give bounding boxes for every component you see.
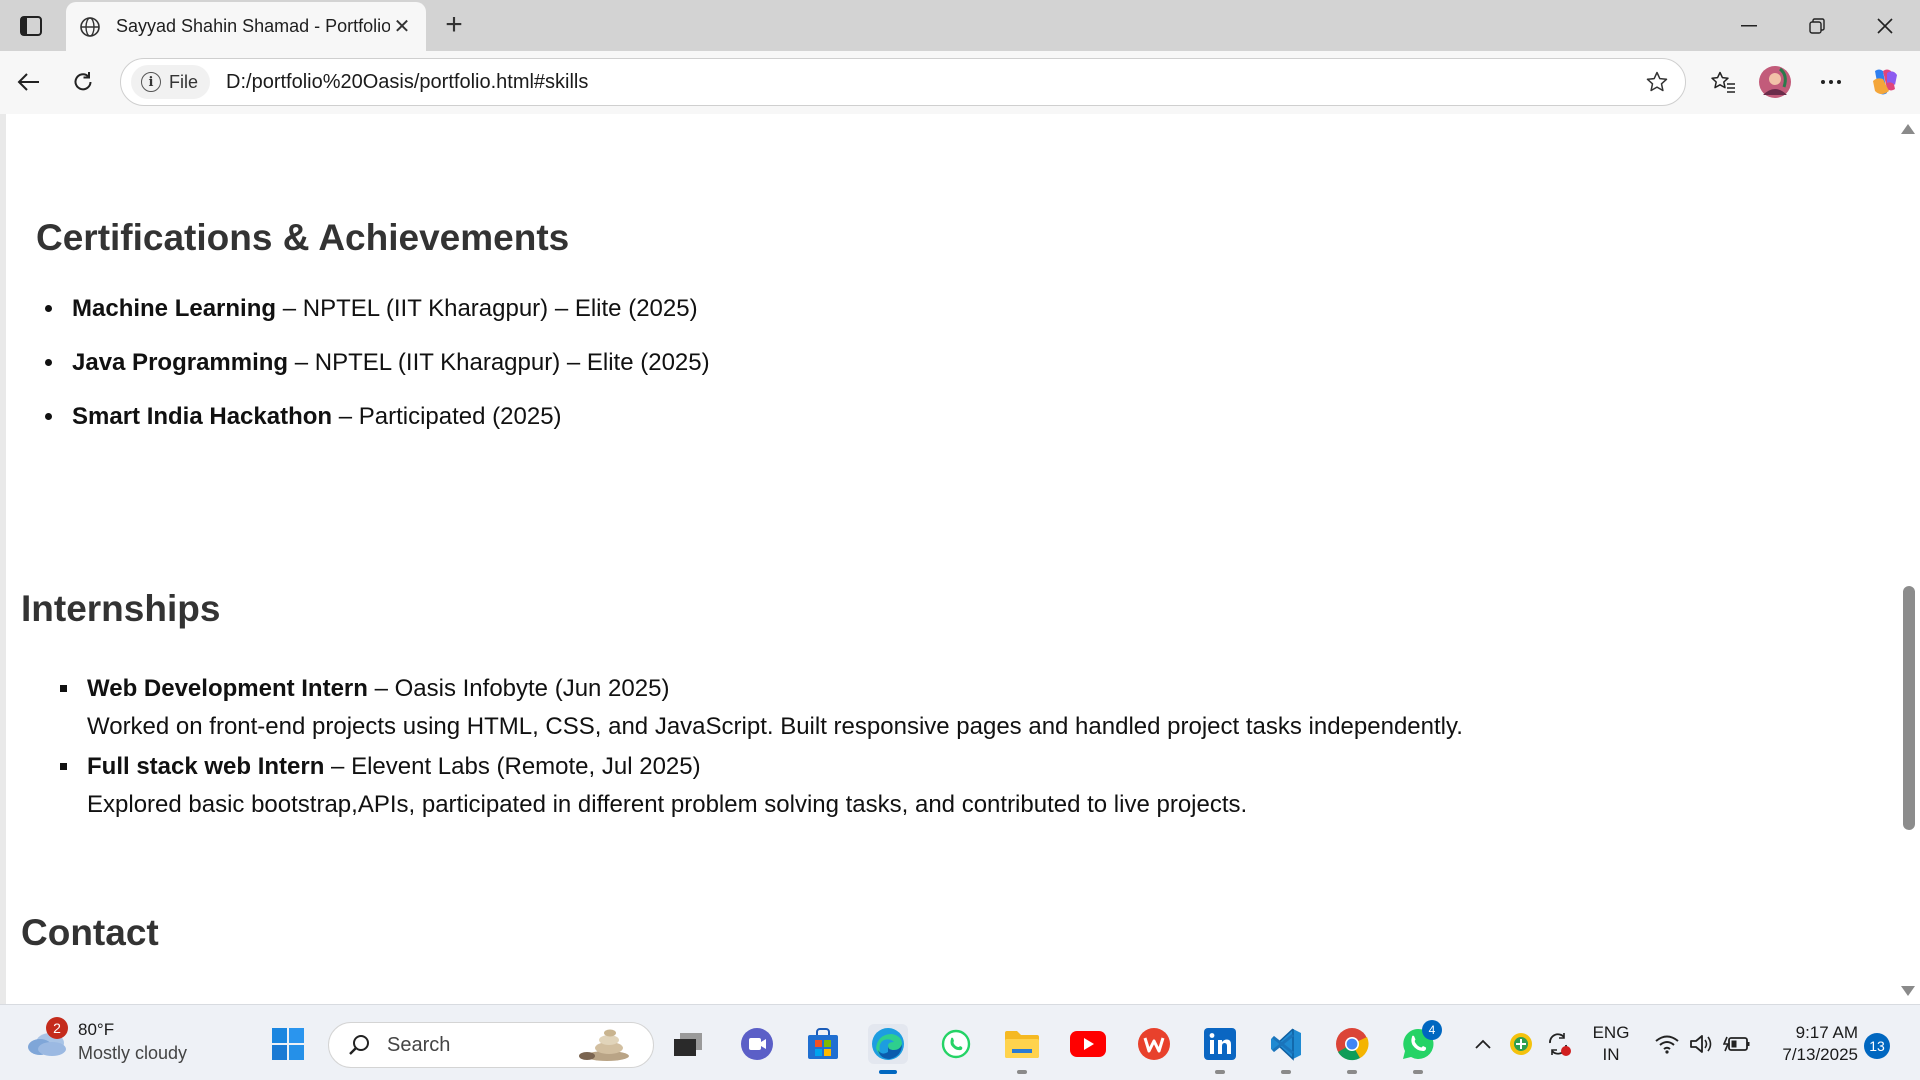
tab-title: Sayyad Shahin Shamad - Portfolio [116,16,390,36]
minimize-icon[interactable] [1714,0,1784,51]
active-indicator [879,1070,897,1074]
page-viewport: Certifications & Achievements Machine Le… [0,114,1920,1004]
list-item: Full stack web Intern – Elevent Labs (Re… [81,748,1463,824]
cert-title: Smart India Hackathon [72,403,333,430]
contact-heading: Contact [21,912,159,953]
browser-title-bar: Sayyad Shahin Shamad - Portfolio ✕ + [0,0,1920,51]
search-icon [349,1035,369,1055]
portfolio-page: Certifications & Achievements Machine Le… [6,114,1894,1004]
list-item: Machine Learning – NPTEL (IIT Kharagpur)… [66,294,710,324]
intern-title: Web Development Intern [87,675,368,702]
running-indicator [1413,1070,1423,1074]
task-view-icon[interactable] [668,1024,708,1064]
copilot-icon[interactable] [1866,63,1904,101]
vscode-icon[interactable] [1266,1024,1306,1074]
refresh-icon[interactable] [64,63,102,101]
chevron-up-icon[interactable] [1468,1024,1498,1064]
language-indicator[interactable]: ENG IN [1586,1022,1636,1066]
certifications-heading: Certifications & Achievements [36,217,570,258]
search-placeholder: Search [387,1033,451,1056]
cert-detail: – Participated (2025) [332,403,562,430]
intern-detail: – Elevent Labs (Remote, Jul 2025) [324,753,701,780]
weather-alert-badge: 2 [46,1017,68,1039]
running-indicator [818,1070,828,1074]
profile-avatar[interactable] [1756,63,1794,101]
security-status-icon[interactable] [1504,1024,1538,1064]
running-indicator [1215,1070,1225,1074]
volume-icon[interactable] [1684,1024,1718,1064]
intern-description: Explored basic bootstrap,APIs, participa… [87,791,1248,818]
cloud-icon: 2 [26,1017,68,1057]
info-icon: i [141,72,161,92]
scroll-down-arrow-icon[interactable] [1901,986,1915,996]
running-indicator [1281,1070,1291,1074]
language-code: ENG [1592,1023,1630,1042]
site-info-button[interactable]: i File [131,65,211,99]
scroll-thumb[interactable] [1903,586,1915,830]
close-window-icon[interactable] [1850,0,1920,51]
intern-description: Worked on front-end projects using HTML,… [87,713,1463,740]
favorites-icon[interactable] [1704,63,1742,101]
internships-list: Web Development Intern – Oasis Infobyte … [81,670,1463,826]
clock[interactable]: 9:17 AM 7/13/2025 [1764,1022,1858,1066]
sync-error-icon[interactable] [1542,1024,1576,1064]
taskbar-search-input[interactable]: Search [328,1022,654,1068]
intern-detail: – Oasis Infobyte (Jun 2025) [367,675,670,702]
active-tab[interactable]: Sayyad Shahin Shamad - Portfolio ✕ [66,2,426,51]
new-tab-button[interactable]: + [436,7,472,43]
notification-count-badge[interactable]: 13 [1864,1033,1890,1059]
wifi-icon[interactable] [1650,1024,1684,1064]
list-item: Smart India Hackathon – Participated (20… [66,402,710,432]
whatsapp-icon[interactable]: 4 [1398,1020,1442,1074]
whatsapp-web-icon[interactable] [936,1024,976,1064]
address-bar[interactable]: i File D:/portfolio%20Oasis/portfolio.ht… [120,58,1686,106]
scroll-up-arrow-icon[interactable] [1901,124,1915,134]
whatsapp-badge: 4 [1422,1020,1442,1040]
teams-meet-icon[interactable] [737,1024,777,1064]
tab-actions-menu-icon[interactable] [14,9,48,43]
chrome-icon[interactable] [1332,1024,1372,1074]
weather-condition: Mostly cloudy [78,1043,188,1063]
linkedin-icon[interactable] [1200,1024,1240,1074]
weather-widget[interactable]: 2 80°F Mostly cloudy [26,1017,188,1065]
cert-title: Machine Learning [72,295,277,322]
browser-toolbar: i File D:/portfolio%20Oasis/portfolio.ht… [0,51,1920,114]
list-item: Java Programming – NPTEL (IIT Kharagpur)… [66,348,710,378]
running-indicator [1347,1070,1357,1074]
internships-heading: Internships [21,588,221,629]
search-highlight-icon [579,1029,629,1061]
running-indicator [1017,1070,1027,1074]
windows-start-icon[interactable] [268,1024,308,1064]
restore-icon[interactable] [1782,0,1852,51]
edge-browser-icon[interactable] [868,1024,908,1074]
wps-office-icon[interactable] [1134,1024,1174,1064]
cert-title: Java Programming [72,349,289,376]
weather-temp: 80°F [78,1020,115,1039]
globe-icon [78,15,102,39]
site-info-label: File [169,71,199,92]
clock-date: 7/13/2025 [1782,1045,1858,1064]
list-item: Web Development Intern – Oasis Infobyte … [81,670,1463,746]
youtube-icon[interactable] [1068,1024,1108,1064]
more-options-icon[interactable] [1812,63,1850,101]
windows-taskbar: 2 80°F Mostly cloudy Search 4 ENG IN 9:1… [0,1004,1920,1080]
close-tab-icon[interactable]: ✕ [390,15,414,39]
file-explorer-icon[interactable] [1002,1024,1042,1074]
certifications-list: Machine Learning – NPTEL (IIT Kharagpur)… [66,294,710,456]
microsoft-store-icon[interactable] [803,1024,843,1064]
cert-detail: – NPTEL (IIT Kharagpur) – Elite (2025) [288,349,710,376]
intern-title: Full stack web Intern [87,753,325,780]
favorite-star-icon[interactable] [1637,62,1677,102]
battery-icon[interactable] [1720,1024,1754,1064]
url-text[interactable]: D:/portfolio%20Oasis/portfolio.html#skil… [226,71,1637,94]
cert-detail: – NPTEL (IIT Kharagpur) – Elite (2025) [276,295,698,322]
vertical-scrollbar[interactable] [1894,114,1920,1004]
clock-time: 9:17 AM [1795,1023,1858,1042]
language-region: IN [1602,1045,1620,1064]
back-arrow-icon[interactable] [10,63,48,101]
